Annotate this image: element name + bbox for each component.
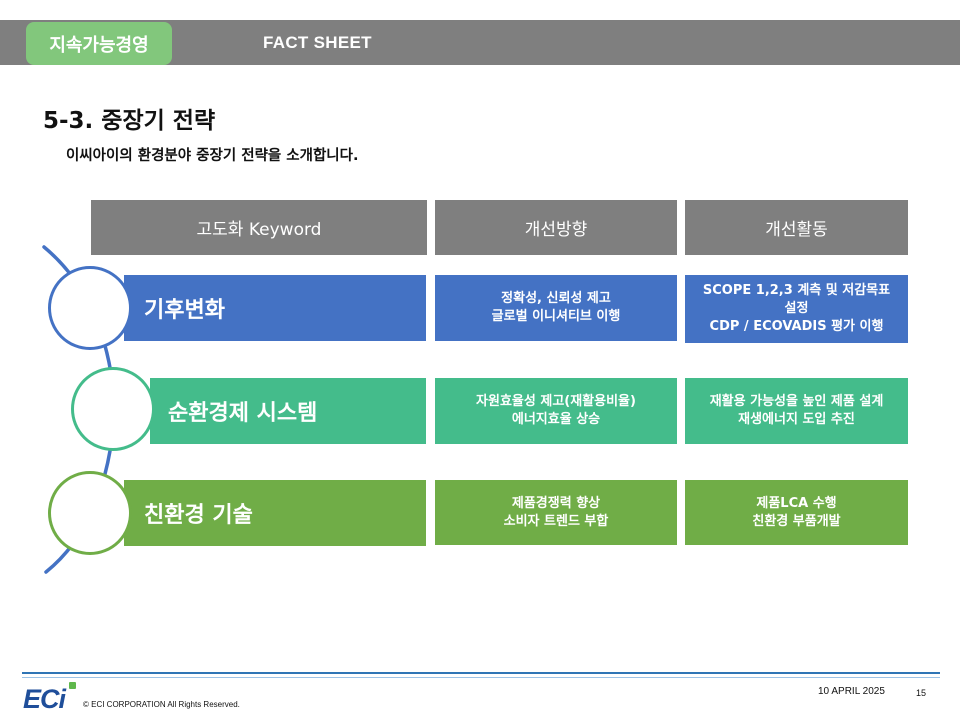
keyword-label: 친환경 기술 <box>144 503 253 528</box>
decorative-arc <box>42 245 117 574</box>
cell-line: 재생에너지 도입 추진 <box>738 412 855 427</box>
activity-cell-climate: SCOPE 1,2,3 계측 및 저감목표 설정 CDP / ECOVADIS … <box>685 275 908 343</box>
row-circle-climate <box>48 266 132 350</box>
keyword-box-eco-tech: 친환경 기술 <box>124 480 426 546</box>
page-number: 15 <box>916 688 927 698</box>
keyword-label: 순환경제 시스템 <box>168 401 318 426</box>
activity-cell-circular: 재활용 가능성을 높인 제품 설계 재생에너지 도입 추진 <box>685 378 908 444</box>
direction-cell-circular: 자원효율성 제고(재활용비율) 에너지효율 상승 <box>435 378 677 444</box>
keyword-label: 기후변화 <box>144 298 225 323</box>
copyright-text: © ECI CORPORATION All Rights Reserved. <box>83 700 240 709</box>
company-logo: ECi <box>23 684 66 714</box>
cell-line: 제품경쟁력 향상 <box>511 495 601 511</box>
footer-date: 10 APRIL 2025 <box>818 686 885 697</box>
cell-line: 소비자 트렌드 부합 <box>503 513 609 529</box>
keyword-box-circular: 순환경제 시스템 <box>150 378 426 444</box>
cell-line: 정확성, 신뢰성 제고 <box>501 291 611 306</box>
cell-line: 재활용 가능성을 높인 제품 설계 <box>709 394 884 409</box>
row-circle-eco-tech <box>48 471 132 555</box>
logo-accent-icon <box>69 682 76 689</box>
activity-cell-eco-tech: 제품LCA 수행 친환경 부품개발 <box>685 480 908 545</box>
footer-divider <box>22 672 940 678</box>
cell-line: 친환경 부품개발 <box>752 513 841 529</box>
cell-line: 제품LCA 수행 <box>756 495 837 511</box>
cell-line: 설정 <box>784 301 809 316</box>
direction-cell-climate: 정확성, 신뢰성 제고 글로벌 이니셔티브 이행 <box>435 275 677 341</box>
cell-line: CDP / ECOVADIS 평가 이행 <box>709 319 884 334</box>
cell-line: 에너지효율 상승 <box>511 412 601 427</box>
keyword-box-climate: 기후변화 <box>124 275 426 341</box>
row-circle-circular <box>71 367 155 451</box>
cell-line: 자원효율성 제고(재활용비율) <box>476 394 636 409</box>
cell-line: 글로벌 이니셔티브 이행 <box>491 309 621 324</box>
cell-line: SCOPE 1,2,3 계측 및 저감목표 <box>702 283 891 298</box>
direction-cell-eco-tech: 제품경쟁력 향상 소비자 트렌드 부합 <box>435 480 677 545</box>
